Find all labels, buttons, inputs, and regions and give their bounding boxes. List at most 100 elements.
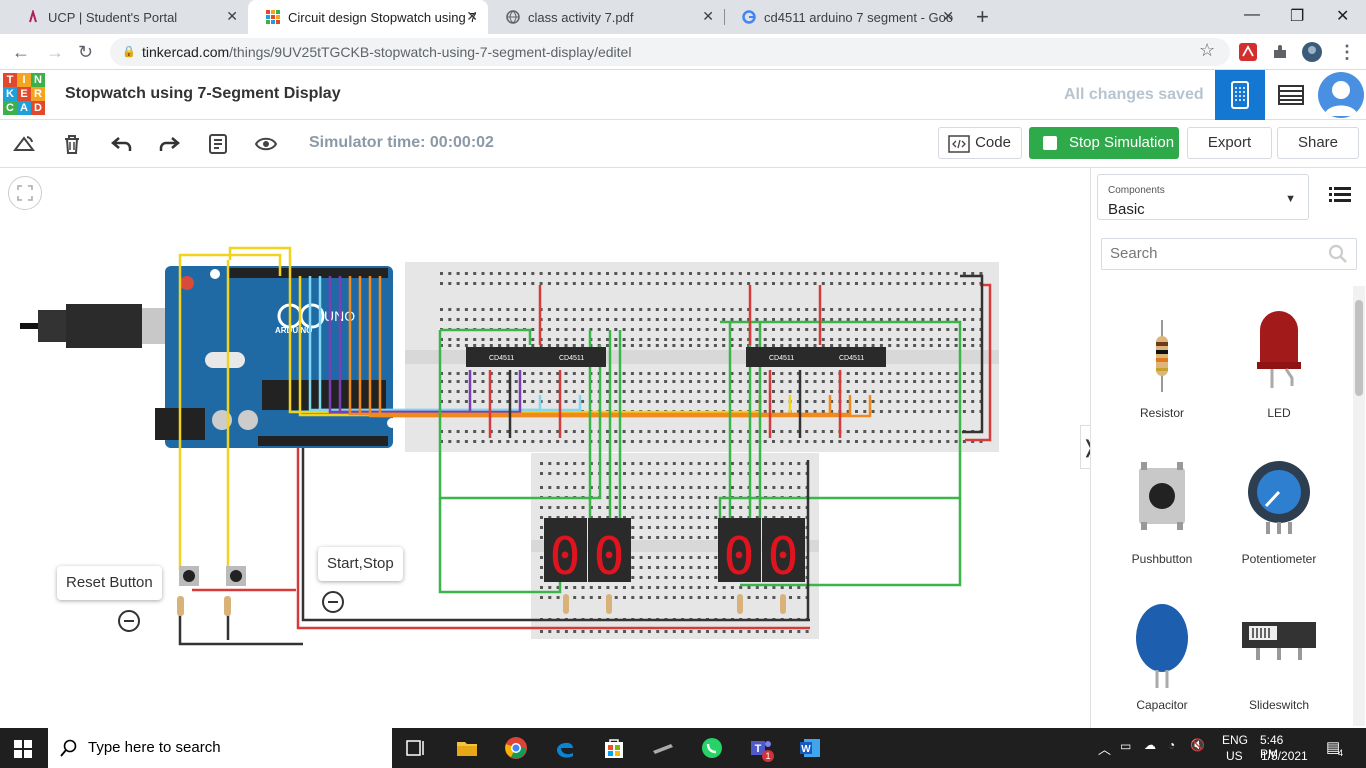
resistor[interactable] xyxy=(563,594,569,614)
taskbar-search-input[interactable]: Type here to search xyxy=(48,728,392,768)
whatsapp-icon[interactable] xyxy=(700,736,724,760)
battery-icon[interactable]: ▭ xyxy=(1120,739,1131,753)
component-led[interactable]: LED xyxy=(1224,306,1334,420)
window-close-icon[interactable]: ✕ xyxy=(1336,6,1349,26)
chevron-up-icon[interactable]: ︿ xyxy=(1098,739,1111,758)
breadboard-hole xyxy=(556,308,560,311)
component-search-input[interactable]: Search xyxy=(1101,238,1357,270)
pushbutton[interactable] xyxy=(226,566,246,586)
panel-scrollbar[interactable] xyxy=(1353,286,1365,726)
component-slideswitch[interactable]: Slideswitch xyxy=(1224,598,1334,712)
notes-icon[interactable] xyxy=(206,132,230,156)
chrome-icon[interactable] xyxy=(504,736,528,760)
tab-ucp-portal[interactable]: UCP | Student's Portal ✕ xyxy=(8,0,248,34)
breadboard-hole xyxy=(962,328,966,331)
circuit-view-button[interactable] xyxy=(1215,70,1265,120)
url-field[interactable]: 🔒 tinkercad.com/things/9UV25tTGCKB-stopw… xyxy=(110,38,1230,66)
reload-icon[interactable]: ↻ xyxy=(78,42,93,63)
resistor[interactable] xyxy=(224,596,231,616)
breadboard-hole xyxy=(747,630,751,633)
component-list-view-button[interactable] xyxy=(1266,70,1316,120)
word-icon[interactable]: W xyxy=(798,736,822,760)
component-pushbutton[interactable]: Pushbutton xyxy=(1107,452,1217,566)
breadboard-hole xyxy=(697,430,701,433)
collapse-note-icon[interactable] xyxy=(118,610,140,632)
breadboard-hole xyxy=(697,486,701,489)
trash-icon[interactable] xyxy=(60,132,84,156)
breadboard-hole xyxy=(713,272,717,275)
forward-icon[interactable]: → xyxy=(46,42,64,63)
tab-close-icon[interactable]: ✕ xyxy=(226,8,238,25)
file-explorer-icon[interactable] xyxy=(455,736,479,760)
breadboard-hole xyxy=(714,556,718,559)
list-view-icon[interactable] xyxy=(1329,186,1351,204)
pushbutton[interactable] xyxy=(179,566,199,586)
tab-pdf[interactable]: class activity 7.pdf ✕ xyxy=(488,0,724,34)
start-stop-callout[interactable]: Start,Stop xyxy=(318,547,403,581)
tab-close-icon[interactable]: ✕ xyxy=(466,8,478,25)
profile-avatar-icon[interactable] xyxy=(1302,42,1322,62)
usb-cable[interactable] xyxy=(20,304,168,348)
breadboard-hole xyxy=(448,400,452,403)
breadboard-hole xyxy=(630,430,634,433)
tab-close-icon[interactable]: ✕ xyxy=(702,8,714,25)
breadboard-hole xyxy=(564,372,568,375)
bookmark-star-icon[interactable]: ☆ xyxy=(1199,40,1215,61)
cloud-icon[interactable]: ☁ xyxy=(1144,738,1156,752)
task-view-icon[interactable] xyxy=(404,736,428,760)
user-avatar[interactable] xyxy=(1318,72,1364,118)
breadboard-hole xyxy=(622,440,626,443)
reset-button-callout[interactable]: Reset Button xyxy=(57,566,162,600)
component-potentiometer[interactable]: Potentiometer xyxy=(1224,452,1334,566)
breadboard-hole xyxy=(954,390,958,393)
resistor[interactable] xyxy=(780,594,786,614)
browser-menu-icon[interactable]: ⋮ xyxy=(1338,42,1356,63)
component-resistor[interactable]: Resistor xyxy=(1107,306,1217,420)
wifi-icon[interactable]: ◔ xyxy=(1168,738,1175,752)
undo-icon[interactable] xyxy=(110,132,134,156)
extensions-puzzle-icon[interactable] xyxy=(1271,43,1289,61)
visibility-icon[interactable] xyxy=(254,132,278,156)
breadboard-hole xyxy=(821,372,825,375)
resistor[interactable] xyxy=(606,594,612,614)
acrobat-extension-icon[interactable] xyxy=(1239,43,1257,61)
breadboard-hole xyxy=(464,338,468,341)
minimize-icon[interactable]: — xyxy=(1244,6,1260,24)
component-capacitor[interactable]: Capacitor xyxy=(1107,598,1217,712)
usb-drive-icon[interactable] xyxy=(651,736,675,760)
rotate-icon[interactable] xyxy=(12,132,36,156)
breadboard-hole xyxy=(714,596,718,599)
breadboard-hole xyxy=(681,516,685,519)
code-button[interactable]: Code xyxy=(938,127,1022,159)
breadboard-hole xyxy=(672,556,676,559)
language-label[interactable]: ENG xyxy=(1222,733,1248,747)
resistor[interactable] xyxy=(177,596,184,616)
breadboard-hole xyxy=(681,472,685,475)
speaker-muted-icon[interactable]: 🔇 xyxy=(1190,738,1205,752)
tab-tinkercad[interactable]: Circuit design Stopwatch using 7 ✕ xyxy=(248,0,488,34)
back-icon[interactable]: ← xyxy=(12,42,30,63)
store-icon[interactable] xyxy=(602,736,626,760)
tab-close-icon[interactable]: ✕ xyxy=(942,8,954,25)
tab-google-search[interactable]: cd4511 arduino 7 segment - Goo ✕ xyxy=(724,0,964,34)
export-button[interactable]: Export xyxy=(1187,127,1272,159)
scrollbar-thumb[interactable] xyxy=(1355,300,1363,396)
breadboard-hole xyxy=(971,318,975,321)
components-dropdown[interactable]: Components Basic ▼ xyxy=(1097,174,1309,220)
stop-simulation-button[interactable]: Stop Simulation xyxy=(1029,127,1179,159)
collapse-note-icon[interactable] xyxy=(322,591,344,613)
redo-icon[interactable] xyxy=(157,132,181,156)
edge-icon[interactable] xyxy=(553,736,577,760)
breadboard-hole xyxy=(755,630,759,633)
windows-start-icon[interactable] xyxy=(14,740,32,758)
new-tab-button[interactable]: + xyxy=(976,4,989,30)
resistor[interactable] xyxy=(737,594,743,614)
breadboard-hole xyxy=(863,344,867,347)
circuit-canvas[interactable]: UNO ARDUINO CD4511 CD4511 CD4511 CD4511 … xyxy=(0,168,1090,728)
design-title[interactable]: Stopwatch using 7-Segment Display xyxy=(65,85,341,103)
breadboard-hole xyxy=(954,430,958,433)
share-button[interactable]: Share xyxy=(1277,127,1359,159)
breadboard-hole xyxy=(481,372,485,375)
restore-icon[interactable]: ❐ xyxy=(1290,6,1304,26)
tinkercad-logo[interactable]: T I N K E R C A D xyxy=(3,73,45,115)
